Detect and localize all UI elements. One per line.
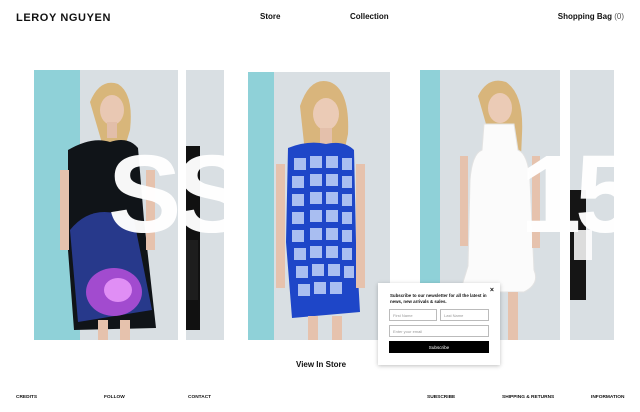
nav-collection-link[interactable]: Collection — [350, 12, 389, 21]
look-image-2[interactable] — [248, 72, 390, 340]
footer-shipping-link[interactable]: SHIPPING & RETURNS — [502, 395, 554, 400]
newsletter-message: Subscribe to our newsletter for all the … — [390, 293, 487, 304]
season-letters-overlay: SS — [108, 133, 249, 256]
view-in-store-link[interactable]: View In Store — [296, 360, 346, 369]
subscribe-button[interactable]: Subscribe — [389, 341, 489, 353]
first-name-field[interactable] — [389, 309, 437, 321]
season-year-overlay: 15 — [520, 133, 636, 256]
shopping-bag-label: Shopping Bag — [557, 12, 612, 21]
footer-subscribe-link[interactable]: SUBSCRIBE — [427, 395, 455, 400]
newsletter-popup: Subscribe to our newsletter for all the … — [378, 283, 500, 365]
nav-store-link[interactable]: Store — [260, 12, 280, 21]
footer-follow-link[interactable]: FOLLOW — [104, 395, 125, 400]
shopping-bag-count: (0) — [614, 12, 624, 21]
footer-credits-link[interactable]: CREDITS — [16, 395, 37, 400]
close-icon[interactable]: × — [490, 287, 494, 294]
brand-logo[interactable]: LEROY NGUYEN — [16, 12, 111, 24]
last-name-field[interactable] — [440, 309, 489, 321]
footer-information-link[interactable]: INFORMATION — [591, 395, 624, 400]
footer-contact-link[interactable]: CONTACT — [188, 395, 211, 400]
shopping-bag-link[interactable]: Shopping Bag (0) — [558, 12, 624, 21]
email-field[interactable] — [389, 325, 489, 337]
